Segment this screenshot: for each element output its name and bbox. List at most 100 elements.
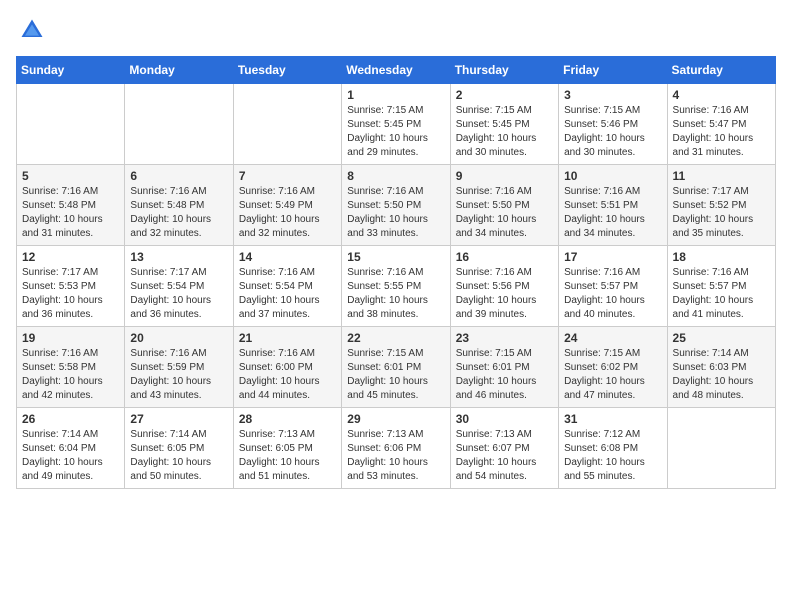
weekday-header-friday: Friday bbox=[559, 57, 667, 84]
week-row-5: 26 Sunrise: 7:14 AM Sunset: 6:04 PM Dayli… bbox=[17, 408, 776, 489]
day-info: Sunrise: 7:14 AM Sunset: 6:04 PM Dayligh… bbox=[22, 428, 119, 484]
calendar-table: SundayMondayTuesdayWednesdayThursdayFrid… bbox=[16, 56, 776, 489]
day-cell-16: 16 Sunrise: 7:16 AM Sunset: 5:56 PM Dayli… bbox=[450, 246, 558, 327]
day-info: Sunrise: 7:16 AM Sunset: 5:48 PM Dayligh… bbox=[130, 185, 227, 241]
weekday-header-thursday: Thursday bbox=[450, 57, 558, 84]
day-number: 13 bbox=[130, 250, 227, 264]
day-cell-26: 26 Sunrise: 7:14 AM Sunset: 6:04 PM Dayli… bbox=[17, 408, 125, 489]
day-number: 27 bbox=[130, 412, 227, 426]
day-number: 10 bbox=[564, 169, 661, 183]
day-cell-11: 11 Sunrise: 7:17 AM Sunset: 5:52 PM Dayli… bbox=[667, 165, 775, 246]
day-cell-24: 24Sunrise: 7:15 AM Sunset: 6:02 PM Dayli… bbox=[559, 327, 667, 408]
day-info: Sunrise: 7:16 AM Sunset: 5:56 PM Dayligh… bbox=[456, 266, 553, 322]
day-cell-31: 31 Sunrise: 7:12 AM Sunset: 6:08 PM Dayli… bbox=[559, 408, 667, 489]
day-info: Sunrise: 7:15 AM Sunset: 6:01 PM Dayligh… bbox=[456, 347, 553, 403]
day-info: Sunrise: 7:15 AM Sunset: 5:45 PM Dayligh… bbox=[347, 104, 444, 160]
day-number: 9 bbox=[456, 169, 553, 183]
day-number: 18 bbox=[673, 250, 770, 264]
day-cell-6: 6 Sunrise: 7:16 AM Sunset: 5:48 PM Daylig… bbox=[125, 165, 233, 246]
day-number: 8 bbox=[347, 169, 444, 183]
day-number: 2 bbox=[456, 88, 553, 102]
day-number: 21 bbox=[239, 331, 336, 345]
day-cell-25: 25 Sunrise: 7:14 AM Sunset: 6:03 PM Dayli… bbox=[667, 327, 775, 408]
day-cell-1: 1 Sunrise: 7:15 AM Sunset: 5:45 PM Daylig… bbox=[342, 84, 450, 165]
day-number: 30 bbox=[456, 412, 553, 426]
weekday-header-saturday: Saturday bbox=[667, 57, 775, 84]
day-info: Sunrise: 7:16 AM Sunset: 6:00 PM Dayligh… bbox=[239, 347, 336, 403]
page-header bbox=[16, 16, 776, 44]
day-info: Sunrise: 7:16 AM Sunset: 5:55 PM Dayligh… bbox=[347, 266, 444, 322]
week-row-2: 5Sunrise: 7:16 AM Sunset: 5:48 PM Daylig… bbox=[17, 165, 776, 246]
day-info: Sunrise: 7:17 AM Sunset: 5:52 PM Dayligh… bbox=[673, 185, 770, 241]
weekday-header-row: SundayMondayTuesdayWednesdayThursdayFrid… bbox=[17, 57, 776, 84]
weekday-header-monday: Monday bbox=[125, 57, 233, 84]
day-cell-19: 19Sunrise: 7:16 AM Sunset: 5:58 PM Dayli… bbox=[17, 327, 125, 408]
day-cell-12: 12 Sunrise: 7:17 AM Sunset: 5:53 PM Dayli… bbox=[17, 246, 125, 327]
weekday-header-wednesday: Wednesday bbox=[342, 57, 450, 84]
week-row-1: 1 Sunrise: 7:15 AM Sunset: 5:45 PM Daylig… bbox=[17, 84, 776, 165]
day-info: Sunrise: 7:16 AM Sunset: 5:59 PM Dayligh… bbox=[130, 347, 227, 403]
day-number: 29 bbox=[347, 412, 444, 426]
day-cell-10: 10 Sunrise: 7:16 AM Sunset: 5:51 PM Dayli… bbox=[559, 165, 667, 246]
week-row-3: 12 Sunrise: 7:17 AM Sunset: 5:53 PM Dayli… bbox=[17, 246, 776, 327]
day-number: 16 bbox=[456, 250, 553, 264]
day-info: Sunrise: 7:16 AM Sunset: 5:48 PM Dayligh… bbox=[22, 185, 119, 241]
day-number: 4 bbox=[673, 88, 770, 102]
day-info: Sunrise: 7:16 AM Sunset: 5:51 PM Dayligh… bbox=[564, 185, 661, 241]
day-info: Sunrise: 7:14 AM Sunset: 6:03 PM Dayligh… bbox=[673, 347, 770, 403]
day-cell-21: 21 Sunrise: 7:16 AM Sunset: 6:00 PM Dayli… bbox=[233, 327, 341, 408]
day-number: 22 bbox=[347, 331, 444, 345]
day-cell-3: 3 Sunrise: 7:15 AM Sunset: 5:46 PM Daylig… bbox=[559, 84, 667, 165]
day-info: Sunrise: 7:12 AM Sunset: 6:08 PM Dayligh… bbox=[564, 428, 661, 484]
day-number: 20 bbox=[130, 331, 227, 345]
day-cell-14: 14Sunrise: 7:16 AM Sunset: 5:54 PM Dayli… bbox=[233, 246, 341, 327]
day-number: 19 bbox=[22, 331, 119, 345]
day-number: 28 bbox=[239, 412, 336, 426]
day-cell-4: 4 Sunrise: 7:16 AM Sunset: 5:47 PM Daylig… bbox=[667, 84, 775, 165]
day-info: Sunrise: 7:16 AM Sunset: 5:50 PM Dayligh… bbox=[456, 185, 553, 241]
day-info: Sunrise: 7:13 AM Sunset: 6:05 PM Dayligh… bbox=[239, 428, 336, 484]
day-cell-30: 30Sunrise: 7:13 AM Sunset: 6:07 PM Dayli… bbox=[450, 408, 558, 489]
day-number: 6 bbox=[130, 169, 227, 183]
day-number: 26 bbox=[22, 412, 119, 426]
day-cell-5: 5Sunrise: 7:16 AM Sunset: 5:48 PM Daylig… bbox=[17, 165, 125, 246]
day-cell-18: 18 Sunrise: 7:16 AM Sunset: 5:57 PM Dayli… bbox=[667, 246, 775, 327]
day-info: Sunrise: 7:16 AM Sunset: 5:49 PM Dayligh… bbox=[239, 185, 336, 241]
day-number: 25 bbox=[673, 331, 770, 345]
empty-cell bbox=[233, 84, 341, 165]
day-info: Sunrise: 7:14 AM Sunset: 6:05 PM Dayligh… bbox=[130, 428, 227, 484]
day-cell-13: 13Sunrise: 7:17 AM Sunset: 5:54 PM Dayli… bbox=[125, 246, 233, 327]
day-info: Sunrise: 7:17 AM Sunset: 5:53 PM Dayligh… bbox=[22, 266, 119, 322]
day-cell-17: 17 Sunrise: 7:16 AM Sunset: 5:57 PM Dayli… bbox=[559, 246, 667, 327]
day-cell-7: 7 Sunrise: 7:16 AM Sunset: 5:49 PM Daylig… bbox=[233, 165, 341, 246]
day-number: 15 bbox=[347, 250, 444, 264]
day-cell-20: 20 Sunrise: 7:16 AM Sunset: 5:59 PM Dayli… bbox=[125, 327, 233, 408]
weekday-header-sunday: Sunday bbox=[17, 57, 125, 84]
day-cell-29: 29 Sunrise: 7:13 AM Sunset: 6:06 PM Dayli… bbox=[342, 408, 450, 489]
day-number: 12 bbox=[22, 250, 119, 264]
day-cell-2: 2 Sunrise: 7:15 AM Sunset: 5:45 PM Daylig… bbox=[450, 84, 558, 165]
day-cell-22: 22 Sunrise: 7:15 AM Sunset: 6:01 PM Dayli… bbox=[342, 327, 450, 408]
day-number: 31 bbox=[564, 412, 661, 426]
day-number: 7 bbox=[239, 169, 336, 183]
empty-cell bbox=[667, 408, 775, 489]
day-info: Sunrise: 7:16 AM Sunset: 5:57 PM Dayligh… bbox=[673, 266, 770, 322]
logo-icon bbox=[18, 16, 46, 44]
day-number: 14 bbox=[239, 250, 336, 264]
day-info: Sunrise: 7:15 AM Sunset: 5:46 PM Dayligh… bbox=[564, 104, 661, 160]
day-cell-8: 8Sunrise: 7:16 AM Sunset: 5:50 PM Daylig… bbox=[342, 165, 450, 246]
day-info: Sunrise: 7:15 AM Sunset: 5:45 PM Dayligh… bbox=[456, 104, 553, 160]
empty-cell bbox=[125, 84, 233, 165]
day-info: Sunrise: 7:16 AM Sunset: 5:47 PM Dayligh… bbox=[673, 104, 770, 160]
day-cell-28: 28 Sunrise: 7:13 AM Sunset: 6:05 PM Dayli… bbox=[233, 408, 341, 489]
day-info: Sunrise: 7:15 AM Sunset: 6:02 PM Dayligh… bbox=[564, 347, 661, 403]
day-number: 3 bbox=[564, 88, 661, 102]
day-info: Sunrise: 7:15 AM Sunset: 6:01 PM Dayligh… bbox=[347, 347, 444, 403]
day-info: Sunrise: 7:13 AM Sunset: 6:06 PM Dayligh… bbox=[347, 428, 444, 484]
day-number: 23 bbox=[456, 331, 553, 345]
day-info: Sunrise: 7:16 AM Sunset: 5:57 PM Dayligh… bbox=[564, 266, 661, 322]
day-number: 1 bbox=[347, 88, 444, 102]
day-number: 11 bbox=[673, 169, 770, 183]
day-number: 17 bbox=[564, 250, 661, 264]
logo bbox=[16, 16, 46, 44]
